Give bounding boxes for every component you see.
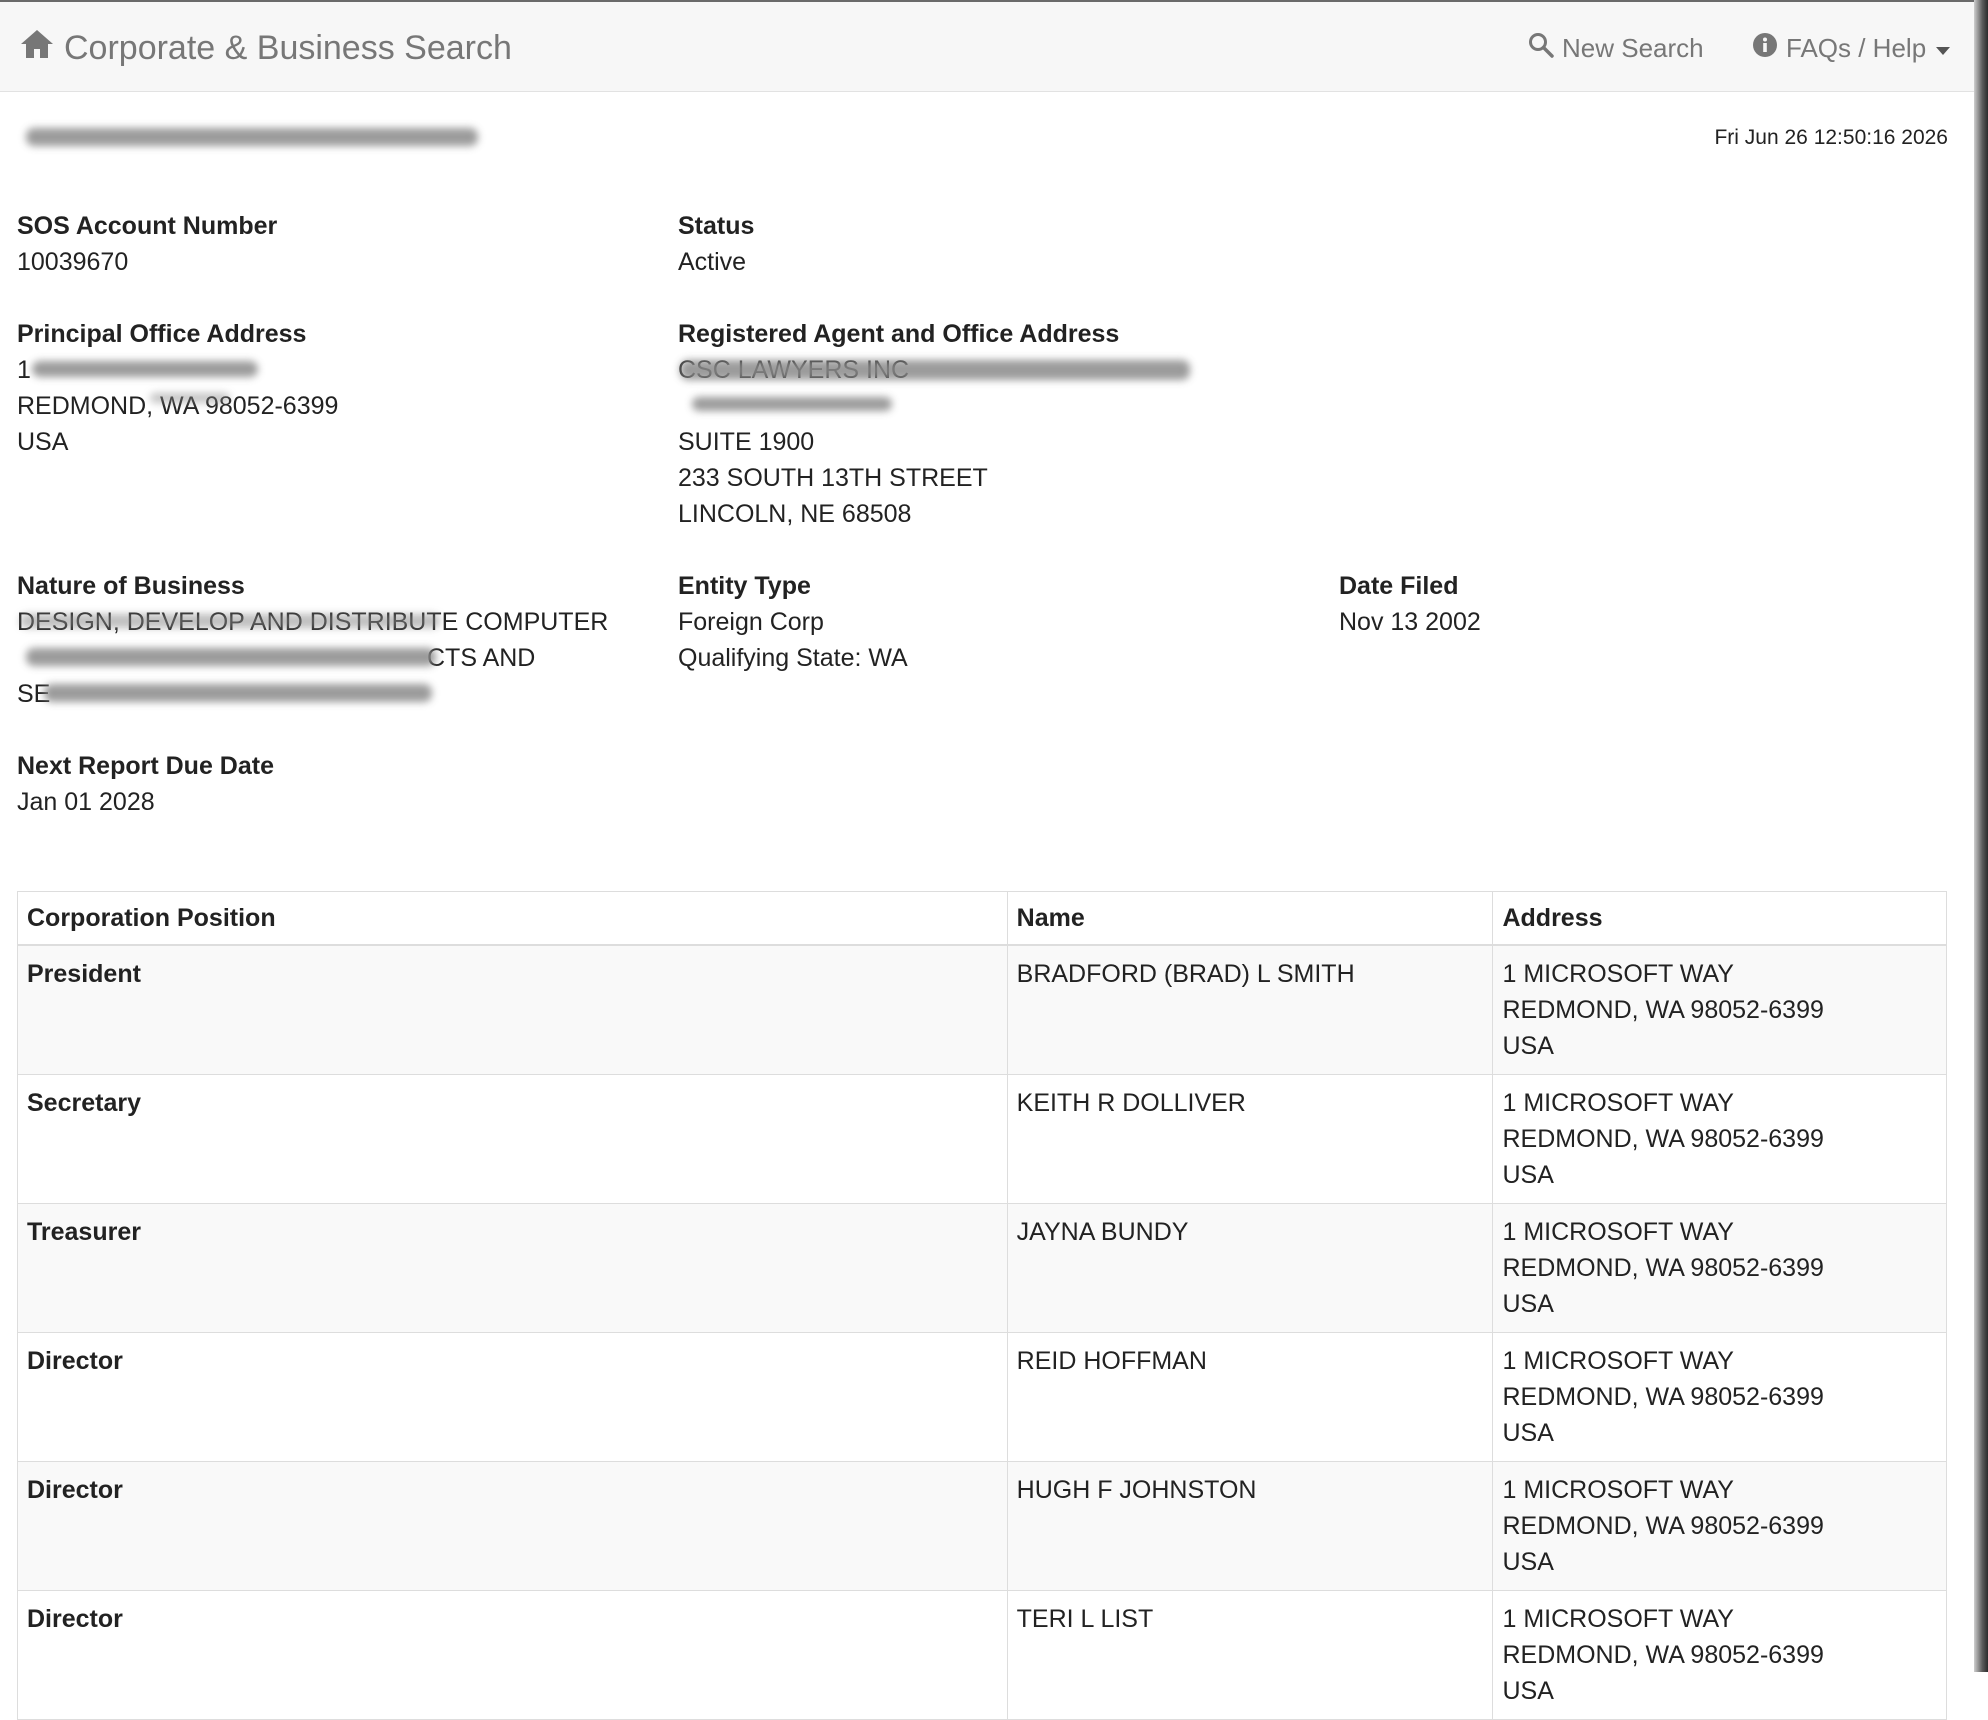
sos-account-label: SOS Account Number (17, 212, 278, 240)
qualifying-state-value: Qualifying State: WA (678, 644, 908, 672)
table-row: Director REID HOFFMAN 1 MICROSOFT WAY RE… (17, 1332, 1947, 1462)
officer-name: BRADFORD (BRAD) L SMITH (1006, 944, 1494, 1075)
registered-agent-label: Registered Agent and Office Address (678, 320, 1120, 348)
redacted-entity-name (26, 128, 478, 146)
registered-agent-street: 233 SOUTH 13TH STREET (678, 464, 988, 492)
redacted-nature-line2 (26, 648, 436, 666)
redacted-agent-line2 (692, 397, 892, 411)
officer-address-line2: REDMOND, WA 98052-6399 (1502, 1125, 1824, 1153)
officers-table-wrap: Corporation Position Name Address Presid… (17, 891, 1947, 1720)
new-search-link[interactable]: New Search (1528, 32, 1704, 65)
officer-address-line3: USA (1502, 1419, 1554, 1447)
officer-address-line3: USA (1502, 1677, 1554, 1705)
officer-position: Secretary (17, 1074, 1008, 1204)
table-row: Treasurer JAYNA BUNDY 1 MICROSOFT WAY RE… (17, 1203, 1947, 1333)
officer-address-line2: REDMOND, WA 98052-6399 (1502, 996, 1824, 1024)
table-row: Director TERI L LIST 1 MICROSOFT WAY RED… (17, 1590, 1947, 1720)
officer-position: Director (17, 1332, 1008, 1462)
principal-office-field: Principal Office Address 1 REDMOND, WA 9… (17, 316, 338, 460)
officer-address: 1 MICROSOFT WAY REDMOND, WA 98052-6399 U… (1492, 944, 1947, 1075)
date-filed-label: Date Filed (1339, 572, 1459, 600)
table-row: President BRADFORD (BRAD) L SMITH 1 MICR… (17, 944, 1947, 1075)
header-corporation-position: Corporation Position (17, 891, 1008, 946)
officer-position: Director (17, 1590, 1008, 1720)
officer-name: REID HOFFMAN (1006, 1332, 1494, 1462)
entity-type-field: Entity Type Foreign Corp Qualifying Stat… (678, 568, 908, 676)
next-report-label: Next Report Due Date (17, 752, 274, 780)
officer-address-line1: 1 MICROSOFT WAY (1502, 960, 1734, 988)
next-report-value: Jan 01 2028 (17, 788, 155, 816)
redacted-nature-line3 (44, 684, 432, 702)
officer-address-line2: REDMOND, WA 98052-6399 (1502, 1383, 1824, 1411)
officer-address-line2: REDMOND, WA 98052-6399 (1502, 1512, 1824, 1540)
entity-type-label: Entity Type (678, 572, 811, 600)
table-row: Secretary KEITH R DOLLIVER 1 MICROSOFT W… (17, 1074, 1947, 1204)
registered-agent-suite: SUITE 1900 (678, 428, 815, 456)
date-filed-value: Nov 13 2002 (1339, 608, 1481, 636)
entity-type-value: Foreign Corp (678, 608, 824, 636)
faqs-help-dropdown[interactable]: FAQs / Help (1752, 32, 1951, 65)
officer-position: Treasurer (17, 1203, 1008, 1333)
officer-address-line2: REDMOND, WA 98052-6399 (1502, 1641, 1824, 1669)
officer-address: 1 MICROSOFT WAY REDMOND, WA 98052-6399 U… (1492, 1461, 1947, 1591)
officer-address-line1: 1 MICROSOFT WAY (1502, 1476, 1734, 1504)
officer-address-line1: 1 MICROSOFT WAY (1502, 1218, 1734, 1246)
registered-agent-city: LINCOLN, NE 68508 (678, 500, 912, 528)
new-search-label: New Search (1562, 33, 1704, 63)
next-report-field: Next Report Due Date Jan 01 2028 (17, 748, 274, 820)
officer-address-line3: USA (1502, 1161, 1554, 1189)
table-header-row: Corporation Position Name Address (17, 891, 1947, 946)
officer-address-line3: USA (1502, 1032, 1554, 1060)
redacted-agent-name (680, 360, 1190, 380)
officer-name: JAYNA BUNDY (1006, 1203, 1494, 1333)
officer-address-line1: 1 MICROSOFT WAY (1502, 1089, 1734, 1117)
brand-label: Corporate & Business Search (64, 29, 512, 67)
officer-address-line2: REDMOND, WA 98052-6399 (1502, 1254, 1824, 1282)
officer-address: 1 MICROSOFT WAY REDMOND, WA 98052-6399 U… (1492, 1074, 1947, 1204)
officer-position: Director (17, 1461, 1008, 1591)
officer-name: KEITH R DOLLIVER (1006, 1074, 1494, 1204)
window-edge (1974, 0, 1988, 1672)
chevron-down-icon (1936, 46, 1951, 55)
home-icon (20, 28, 64, 69)
header-name: Name (1006, 891, 1494, 946)
officer-address-line3: USA (1502, 1290, 1554, 1318)
principal-office-label: Principal Office Address (17, 320, 307, 348)
status-label: Status (678, 212, 755, 240)
status-value: Active (678, 248, 747, 276)
redacted-nature-line1 (20, 614, 440, 628)
officer-name: TERI L LIST (1006, 1590, 1494, 1720)
officer-address: 1 MICROSOFT WAY REDMOND, WA 98052-6399 U… (1492, 1203, 1947, 1333)
officer-address: 1 MICROSOFT WAY REDMOND, WA 98052-6399 U… (1492, 1332, 1947, 1462)
redacted-principal-street (32, 361, 258, 377)
table-row: Director HUGH F JOHNSTON 1 MICROSOFT WAY… (17, 1461, 1947, 1591)
page-timestamp: Fri Jun 26 12:50:16 2026 (1714, 126, 1948, 149)
officer-address-line1: 1 MICROSOFT WAY (1502, 1605, 1734, 1633)
brand-link[interactable]: Corporate & Business Search (20, 28, 512, 69)
header-address: Address (1492, 891, 1947, 946)
date-filed-field: Date Filed Nov 13 2002 (1339, 568, 1481, 640)
redacted-principal-overlap (150, 393, 230, 403)
officer-name: HUGH F JOHNSTON (1006, 1461, 1494, 1591)
officers-table: Corporation Position Name Address Presid… (17, 891, 1947, 1720)
officer-position: President (17, 944, 1008, 1075)
faqs-help-label: FAQs / Help (1786, 33, 1927, 63)
sos-account-value: 10039670 (17, 248, 129, 276)
sos-account-field: SOS Account Number 10039670 (17, 208, 277, 280)
officer-address: 1 MICROSOFT WAY REDMOND, WA 98052-6399 U… (1492, 1590, 1947, 1720)
search-icon (1528, 32, 1562, 65)
info-circle-icon (1752, 32, 1786, 65)
officer-address-line1: 1 MICROSOFT WAY (1502, 1347, 1734, 1375)
top-navbar: Corporate & Business Search New Search F… (0, 0, 1988, 92)
officer-address-line3: USA (1502, 1548, 1554, 1576)
status-field: Status Active (678, 208, 754, 280)
principal-address-line3: USA (17, 428, 69, 456)
nature-of-business-label: Nature of Business (17, 572, 245, 600)
registered-agent-field: Registered Agent and Office Address CSC … (678, 316, 1119, 532)
